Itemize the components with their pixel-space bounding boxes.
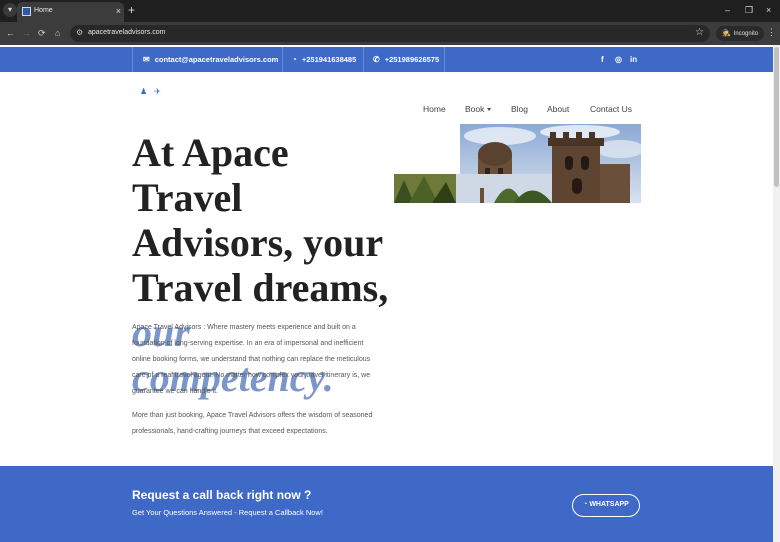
nav-book-label: Book — [465, 104, 485, 114]
browser-tabstrip: ▾ Home × + – ❐ × — [0, 0, 780, 22]
new-tab-button[interactable]: + — [128, 3, 135, 17]
address-bar[interactable]: ⚙ apacetraveladvisors.com ☆ — [70, 25, 710, 42]
instagram-icon[interactable]: ◎ — [615, 47, 622, 72]
mail-icon: ✉ — [143, 55, 150, 64]
linkedin-icon[interactable]: in — [630, 47, 637, 72]
site-info-icon[interactable]: ⚙ — [76, 28, 83, 37]
whatsapp-icon: ◔ — [292, 55, 297, 64]
hero-paragraph-1: Apace Travel Advisors : Where mastery me… — [132, 324, 371, 395]
phone-contact[interactable]: ✆ +251989626575 — [363, 47, 445, 72]
favicon-icon — [22, 7, 31, 16]
url-text[interactable]: apacetraveladvisors.com — [88, 29, 165, 36]
palm-photo — [394, 174, 552, 203]
site-logo[interactable]: ♟ ✈ — [140, 87, 168, 96]
caret-down-icon — [487, 108, 492, 111]
plane-icon: ✈ — [154, 87, 161, 96]
reload-button[interactable]: ⟳ — [38, 27, 46, 39]
tab-title: Home — [34, 7, 53, 14]
close-window-button[interactable]: × — [766, 3, 771, 17]
contact-topbar: ✉ contact@apacetraveladvisors.com ◔ +25194… — [0, 47, 773, 72]
bookmark-star-icon[interactable]: ☆ — [695, 27, 704, 38]
nav-book[interactable]: Book — [465, 104, 492, 114]
callback-title: Request a call back right now ? — [132, 488, 312, 502]
nav-home[interactable]: Home — [423, 104, 446, 114]
nav-about[interactable]: About — [547, 104, 569, 114]
page-scrollbar[interactable] — [773, 45, 780, 542]
whatsapp-button-label: WHATSAPP — [589, 501, 629, 508]
scroll-thumb[interactable] — [774, 47, 779, 187]
browser-tab-home[interactable]: Home × — [17, 2, 124, 22]
back-button[interactable]: ← — [6, 27, 15, 39]
forward-button[interactable]: → — [22, 27, 31, 39]
chevron-down-icon: ▾ — [7, 5, 12, 14]
page-viewport: ✉ contact@apacetraveladvisors.com ◔ +25194… — [0, 45, 780, 542]
nav-blog[interactable]: Blog — [511, 104, 528, 114]
browser-toolbar: ← → ⟳ ⌂ ⚙ apacetraveladvisors.com ☆ 🕵 Inc… — [0, 22, 780, 45]
facebook-icon[interactable]: f — [601, 47, 604, 72]
more-menu-icon[interactable]: ⋮ — [767, 27, 776, 38]
tab-search-button[interactable]: ▾ — [3, 3, 17, 17]
callback-subtitle: Get Your Questions Answered - Request a … — [132, 508, 323, 517]
restore-button[interactable]: ❐ — [745, 3, 753, 17]
incognito-icon: 🕵 — [722, 30, 731, 37]
email-text[interactable]: contact@apacetraveladvisors.com — [155, 55, 279, 64]
whatsapp-button-icon: ◔ — [583, 501, 588, 508]
incognito-badge[interactable]: 🕵 Incognito — [716, 26, 765, 41]
home-button[interactable]: ⌂ — [55, 27, 60, 39]
nav-contact[interactable]: Contact Us — [590, 104, 632, 114]
incognito-label: Incognito — [733, 31, 759, 37]
tab-close-icon[interactable]: × — [116, 5, 121, 17]
logo-figure-icon: ♟ — [140, 87, 148, 96]
email-contact[interactable]: ✉ contact@apacetraveladvisors.com — [132, 47, 282, 72]
whatsapp-button[interactable]: ◔ WHATSAPP — [572, 494, 640, 517]
minimize-button[interactable]: – — [725, 3, 730, 17]
phone-icon: ✆ — [373, 55, 380, 64]
callback-banner: Request a call back right now ? Get Your… — [0, 466, 773, 542]
phone2-text[interactable]: +251989626575 — [385, 55, 439, 64]
hero-title-main: At Apace Travel Advisors, your Travel dr… — [132, 130, 389, 310]
phone1-text[interactable]: +251941638485 — [302, 55, 356, 64]
hero-paragraph-2: More than just booking, Apace Travel Adv… — [132, 412, 373, 435]
whatsapp-contact[interactable]: ◔ +251941638485 — [282, 47, 363, 72]
